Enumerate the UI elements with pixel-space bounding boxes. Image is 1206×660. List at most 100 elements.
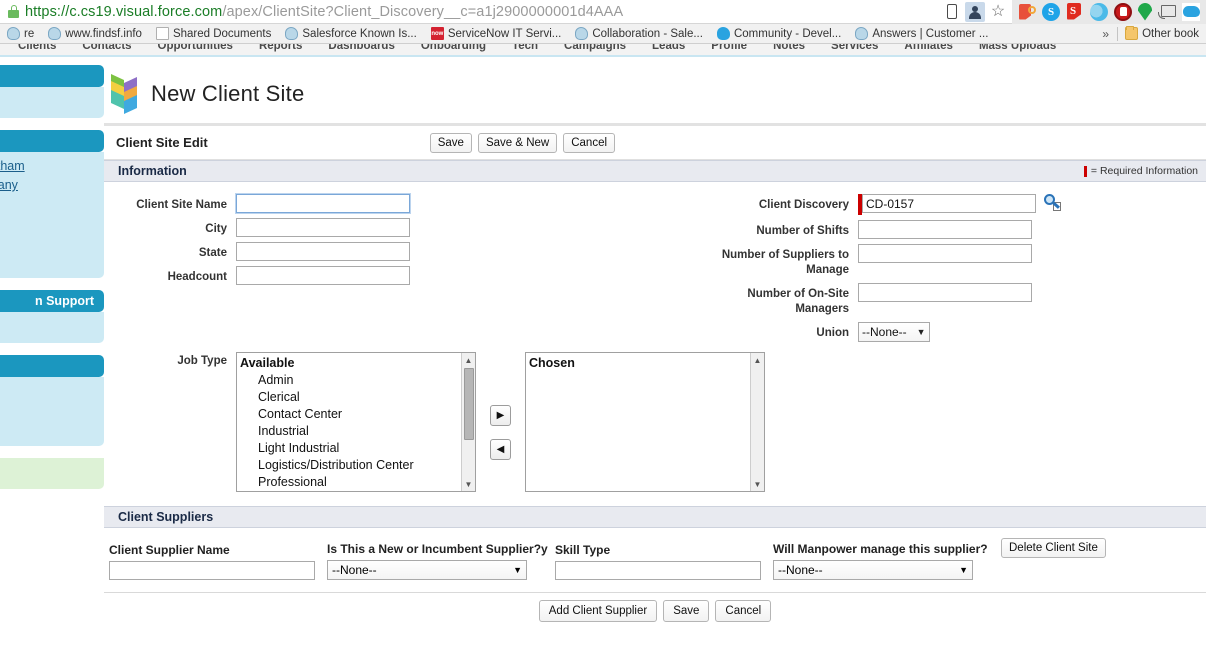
sidebar-link[interactable]: neni [0, 214, 104, 233]
sidebar-block-body: ools Guide uide [0, 377, 104, 446]
scroll-track[interactable] [751, 367, 765, 477]
address-bar[interactable]: https://c.cs19.visual.force.com/apex/Cli… [0, 0, 942, 24]
device-icon[interactable] [942, 2, 962, 22]
client-site-name-input[interactable] [235, 193, 411, 214]
bookmark-item[interactable]: www.findsf.info [41, 25, 149, 43]
other-bookmarks-button[interactable]: Other book [1118, 25, 1206, 43]
save-and-new-button[interactable]: Save & New [477, 132, 558, 153]
city-input[interactable] [236, 218, 410, 237]
list-item[interactable]: Logistics/Distribution Center [239, 457, 475, 474]
footer-cancel-button[interactable]: Cancel [715, 599, 772, 622]
sf-tab[interactable]: Reports [259, 44, 302, 52]
union-select[interactable]: --None-- ▼ [858, 322, 930, 342]
cloud-favicon [285, 27, 299, 40]
scroll-thumb[interactable] [463, 368, 474, 440]
sidebar-link[interactable]: tems [0, 92, 104, 111]
sidebar-link[interactable]: rman [0, 233, 104, 252]
client-discovery-input[interactable] [862, 194, 1036, 213]
list-item[interactable]: Contact Center [239, 406, 475, 423]
scribd-icon[interactable]: S [1066, 2, 1084, 21]
sf-tab[interactable]: Campaigns [564, 44, 626, 52]
bookmark-item[interactable]: now ServiceNow IT Servi... [424, 25, 569, 43]
field-city: City [104, 218, 574, 237]
sf-tab[interactable]: Contacts [82, 44, 131, 52]
browser-chrome: https://c.cs19.visual.force.com/apex/Cli… [0, 0, 1206, 57]
skype-icon[interactable]: S [1042, 2, 1060, 21]
evernote-icon[interactable] [1018, 3, 1036, 21]
skill-type-input[interactable] [555, 561, 761, 580]
sidebar-link[interactable]: gration [0, 195, 104, 214]
client-suppliers-title: Client Suppliers [118, 510, 214, 524]
delete-client-site-button[interactable]: Delete Client Site [1001, 538, 1106, 558]
list-item[interactable]: Industrial [239, 423, 475, 440]
sf-tab[interactable]: Notes [773, 44, 805, 52]
footer-save-button[interactable]: Save [663, 599, 710, 622]
save-button[interactable]: Save [429, 132, 472, 153]
list-item[interactable]: Admin [239, 372, 475, 389]
sf-tab[interactable]: Clients [18, 44, 56, 52]
list-item[interactable]: Clerical [239, 389, 475, 406]
job-type-chosen-list[interactable]: Chosen ▲ ▼ [525, 352, 765, 492]
chosen-list-items: Chosen [526, 353, 764, 372]
onedrive-icon[interactable] [1182, 2, 1200, 21]
person-icon[interactable] [965, 1, 985, 22]
add-client-supplier-button[interactable]: Add Client Supplier [538, 599, 658, 622]
available-list-title: Available [240, 356, 295, 370]
sf-tab[interactable]: Profile [711, 44, 747, 52]
bookmark-item[interactable]: re [0, 25, 41, 43]
number-of-shifts-input[interactable] [858, 220, 1032, 239]
bookmark-item[interactable]: Answers | Customer ... [848, 25, 995, 43]
client-supplier-name-input[interactable] [109, 561, 315, 580]
lookup-icon[interactable] [1044, 194, 1061, 211]
bookmark-item[interactable]: Collaboration - Sale... [568, 25, 710, 43]
bookmark-item[interactable]: Salesforce Known Is... [278, 25, 423, 43]
sf-tab[interactable]: Leads [652, 44, 685, 52]
star-icon[interactable]: ☆ [988, 2, 1008, 22]
sf-tab[interactable]: Onboarding [421, 44, 486, 52]
scroll-track[interactable] [462, 367, 476, 477]
sidebar-link[interactable]: er [0, 252, 104, 271]
scroll-down-icon[interactable]: ▼ [750, 477, 764, 491]
pin-icon[interactable] [1138, 2, 1152, 21]
sidebar-link[interactable]: ools [0, 382, 104, 401]
bookmark-item[interactable]: Community - Devel... [710, 25, 848, 43]
cube-icon [109, 73, 139, 115]
scroll-down-icon[interactable]: ▼ [461, 477, 475, 491]
state-input[interactable] [236, 242, 410, 261]
sidebar-link[interactable]: uide [0, 420, 104, 439]
remove-from-chosen-button[interactable]: ◀ [490, 438, 511, 460]
scroll-up-icon[interactable]: ▲ [750, 353, 764, 367]
add-to-chosen-button[interactable]: ▶ [490, 404, 511, 426]
sf-tab[interactable]: Mass Uploads [979, 44, 1056, 52]
bookmarks-overflow-button[interactable]: » [1094, 27, 1117, 41]
available-list-scrollbar[interactable]: ▲ ▼ [461, 353, 475, 491]
cancel-button[interactable]: Cancel [563, 132, 616, 153]
chosen-list-scrollbar[interactable]: ▲ ▼ [750, 353, 764, 491]
sf-tab[interactable]: Services [831, 44, 878, 52]
list-item[interactable]: Professional [239, 474, 475, 491]
clouds-icon[interactable] [1090, 2, 1108, 21]
sidebar-link[interactable]: s [0, 317, 104, 336]
cloud-favicon [575, 27, 589, 40]
number-of-onsite-managers-input[interactable] [858, 283, 1032, 302]
bookmark-item[interactable]: Shared Documents [149, 25, 278, 43]
sidebar-link[interactable]: n [0, 463, 104, 482]
sf-tab[interactable]: Opportunities [158, 44, 233, 52]
sf-tab[interactable]: Tech [512, 44, 538, 52]
job-type-row: Job Type Available Admin Clerical Contac… [104, 348, 1206, 506]
headcount-input[interactable] [236, 266, 410, 285]
number-of-suppliers-input[interactable] [858, 244, 1032, 263]
sidebar-link[interactable]: Guide [0, 401, 104, 420]
sidebar-block-header [0, 130, 104, 152]
scroll-up-icon[interactable]: ▲ [461, 353, 475, 367]
list-item[interactable]: Light Industrial [239, 440, 475, 457]
adblock-icon[interactable] [1114, 2, 1132, 21]
new-or-incumbent-select[interactable]: --None-- ▼ [327, 560, 527, 580]
sidebar-link[interactable]: P - Goutham [0, 157, 104, 176]
sf-tab[interactable]: Affiliates [904, 44, 953, 52]
cast-icon[interactable] [1158, 3, 1176, 21]
sf-tab[interactable]: Dashboards [328, 44, 394, 52]
job-type-available-list[interactable]: Available Admin Clerical Contact Center … [236, 352, 476, 492]
sidebar-link[interactable]: g Company [0, 176, 104, 195]
manpower-manage-select[interactable]: --None-- ▼ [773, 560, 973, 580]
